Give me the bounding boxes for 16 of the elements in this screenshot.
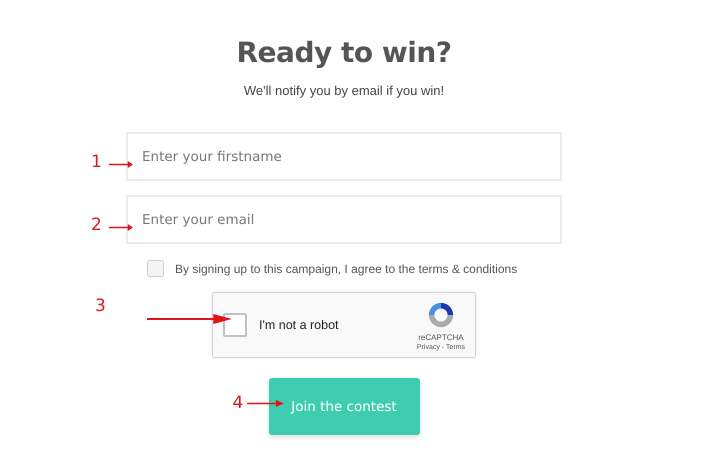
page-title: Ready to win? bbox=[236, 36, 452, 69]
captcha-brand: reCAPTCHA bbox=[418, 332, 464, 342]
terms-label: By signing up to this campaign, I agree to the terms & conditions bbox=[175, 262, 518, 276]
annotation-number: 3 bbox=[95, 296, 106, 316]
captcha-checkbox[interactable] bbox=[223, 313, 247, 337]
captcha-label: I'm not a robot bbox=[259, 318, 340, 332]
subtitle: We'll notify you by email if you win! bbox=[244, 83, 444, 98]
annotation-number: 1 bbox=[91, 152, 102, 172]
checkbox[interactable] bbox=[147, 260, 164, 277]
input-field[interactable]: Enter your firstname bbox=[126, 132, 562, 181]
annotation-number: 4 bbox=[232, 393, 244, 413]
annotation-arrow bbox=[109, 161, 133, 168]
annotation-arrow bbox=[246, 400, 284, 407]
input-field[interactable]: Enter your email bbox=[126, 195, 562, 244]
annotation-arrow bbox=[109, 224, 133, 231]
annotation-number: 2 bbox=[91, 215, 102, 235]
